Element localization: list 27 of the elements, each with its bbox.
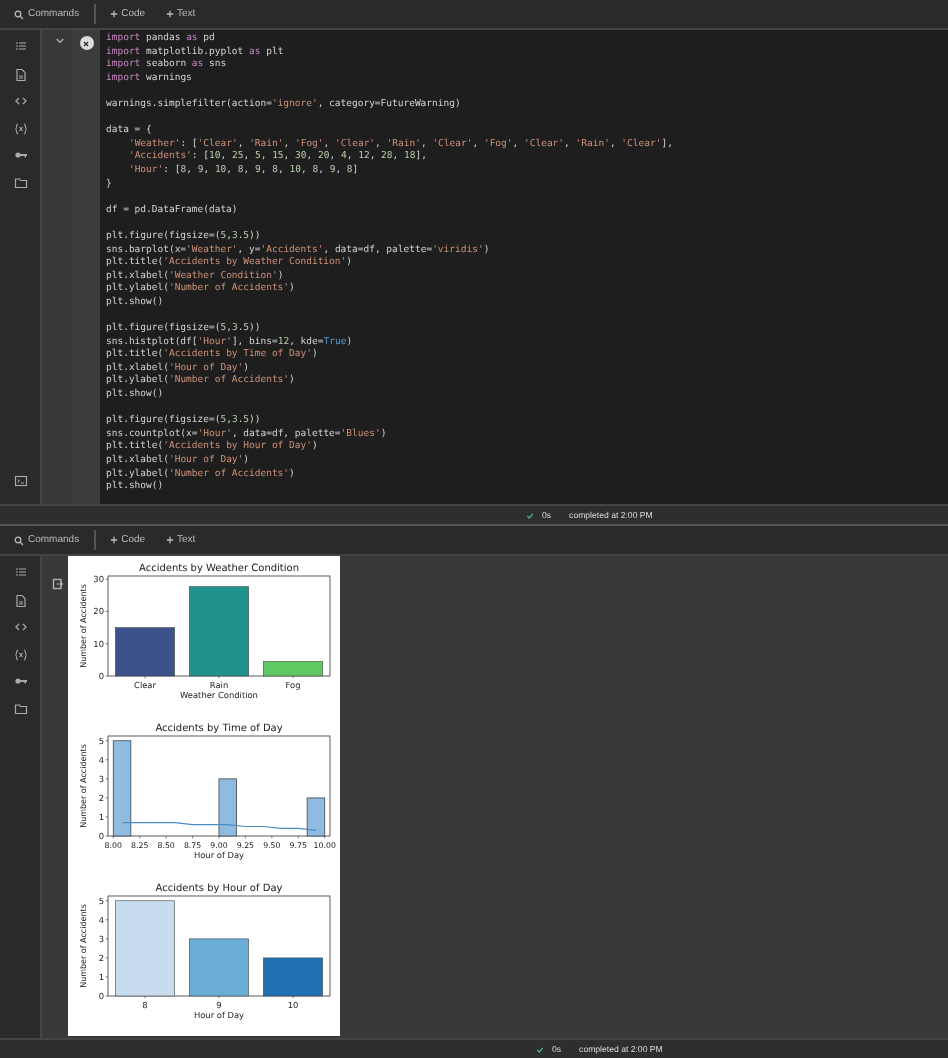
plus-icon	[165, 10, 174, 18]
plus-icon	[165, 536, 174, 544]
histogram-bar	[218, 778, 237, 837]
terminal-icon[interactable]	[13, 474, 27, 488]
search-icon	[14, 9, 24, 19]
histogram-bar	[306, 797, 326, 837]
collapse-icon[interactable]	[56, 38, 64, 44]
histogram-bar	[112, 740, 132, 837]
list-icon[interactable]	[13, 40, 27, 54]
variables-icon[interactable]	[13, 647, 27, 661]
code-icon[interactable]	[13, 94, 27, 108]
list-icon[interactable]	[13, 566, 27, 580]
document-icon[interactable]	[13, 67, 27, 81]
plus-icon	[109, 536, 118, 544]
run-button[interactable]	[79, 36, 93, 50]
key-icon[interactable]	[13, 148, 27, 162]
code-icon[interactable]	[13, 620, 27, 634]
folder-icon[interactable]	[13, 701, 27, 715]
output-icon[interactable]	[52, 578, 64, 590]
variables-icon[interactable]	[13, 121, 27, 135]
search-icon	[14, 535, 24, 545]
document-icon[interactable]	[13, 593, 27, 607]
key-icon[interactable]	[13, 674, 27, 688]
check-icon	[536, 1045, 544, 1053]
check-icon	[526, 511, 534, 519]
plus-icon	[109, 10, 118, 18]
folder-icon[interactable]	[13, 175, 27, 189]
